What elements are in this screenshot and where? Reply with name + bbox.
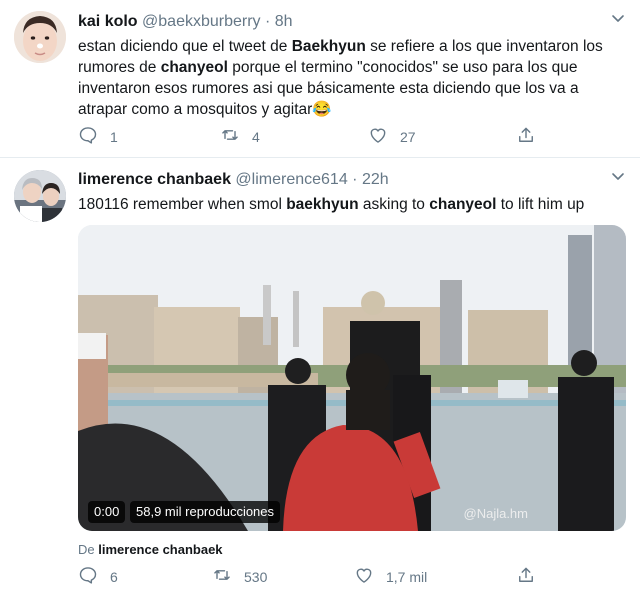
mention-chanyeol: chanyeol [429,196,497,213]
chevron-down-icon[interactable] [610,168,626,184]
tweet-text: estan diciendo que el tweet de Baekhyun … [78,36,626,120]
reply-button[interactable]: 1 [78,125,118,148]
author-handle[interactable]: @limerence614 [235,171,347,188]
timestamp[interactable]: 8h [275,13,293,30]
mention-baekhyun: baekhyun [286,196,359,213]
tweet-actions: 6 530 1,7 mil [78,565,548,589]
text-part: 180116 remember when smol [78,196,287,213]
reply-icon [78,125,98,148]
tweet-text: 180116 remember when smol baekhyun askin… [78,194,626,215]
reply-icon [78,565,98,588]
tweet-kai-kolo[interactable]: kai kolo @baekxburberry · 8h estan dicie… [0,0,640,158]
retweet-icon [220,125,240,148]
share-icon [516,565,536,588]
mention-baekhyun: Baekhyun [291,38,366,55]
like-button[interactable]: 1,7 mil [354,565,427,588]
text-part: asking to [358,196,430,213]
view-count-badge: 58,9 mil reproducciones [130,501,281,523]
separator-dot: · [265,13,271,30]
share-button[interactable] [516,565,536,588]
mention-chanyeol: chanyeol [160,59,228,76]
avatar-image [14,11,66,63]
retweet-button[interactable]: 530 [212,565,267,588]
retweet-count: 530 [244,568,268,585]
like-button[interactable]: 27 [368,125,416,148]
tweet-limerence-chanbaek[interactable]: limerence chanbaek @limerence614 · 22h 1… [0,158,640,602]
source-account-link[interactable]: limerence chanbaek [98,542,222,557]
retweet-icon [212,565,232,588]
reply-count: 6 [110,568,118,585]
from-label: De [78,542,95,557]
video-frame [78,225,626,531]
like-count: 27 [400,128,416,145]
video-player[interactable]: 0:00 58,9 mil reproducciones @Najla.hm [78,225,626,531]
heart-icon [354,565,374,588]
timestamp[interactable]: 22h [362,171,389,188]
video-watermark: @Najla.hm [463,506,529,521]
author-handle[interactable]: @baekxburberry [142,13,261,30]
reply-count: 1 [110,128,118,145]
heart-icon [368,125,388,148]
avatar[interactable] [14,11,66,63]
author-name[interactable]: kai kolo [78,13,138,30]
separator-dot: · [352,171,358,188]
video-timestamp: 0:00 [88,501,126,523]
tweet-actions: 1 4 27 [78,125,548,149]
tweet-header: kai kolo @baekxburberry · 8h [78,13,293,31]
avatar[interactable] [14,170,66,222]
share-button[interactable] [516,125,536,148]
video-source: De limerence chanbaek [78,542,223,557]
retweet-count: 4 [252,128,260,145]
emoji-laughing: 😂 [312,101,332,118]
retweet-button[interactable]: 4 [220,125,260,148]
like-count: 1,7 mil [386,568,428,585]
reply-button[interactable]: 6 [78,565,118,588]
tweet-header: limerence chanbaek @limerence614 · 22h [78,171,389,189]
chevron-down-icon[interactable] [610,10,626,26]
author-name[interactable]: limerence chanbaek [78,171,231,188]
text-part: estan diciendo que el tweet de [78,38,292,55]
avatar-image [14,170,66,222]
share-icon [516,125,536,148]
text-part: to lift him up [496,196,585,213]
